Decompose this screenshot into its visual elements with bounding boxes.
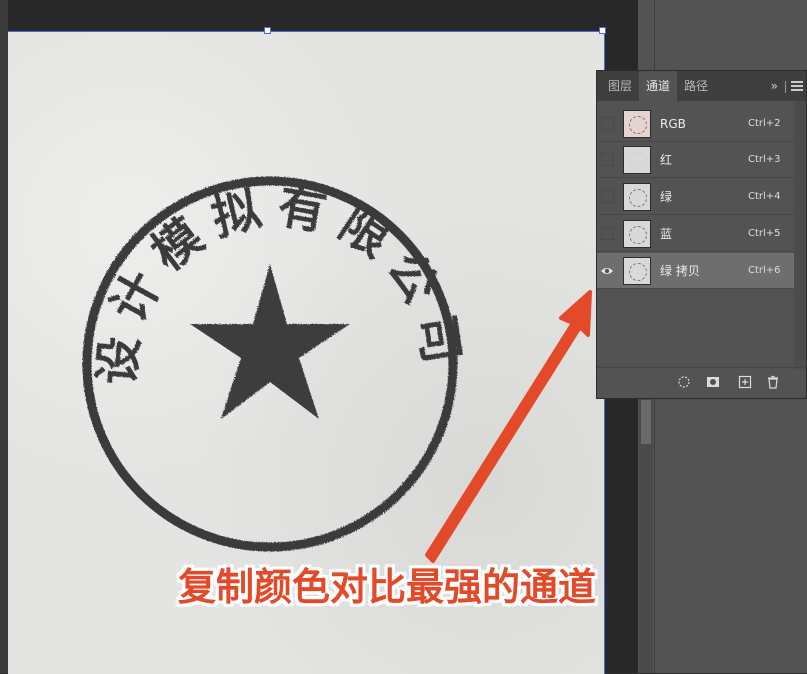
annotation-caption: 复制颜色对比最强的通道 [178,565,597,609]
